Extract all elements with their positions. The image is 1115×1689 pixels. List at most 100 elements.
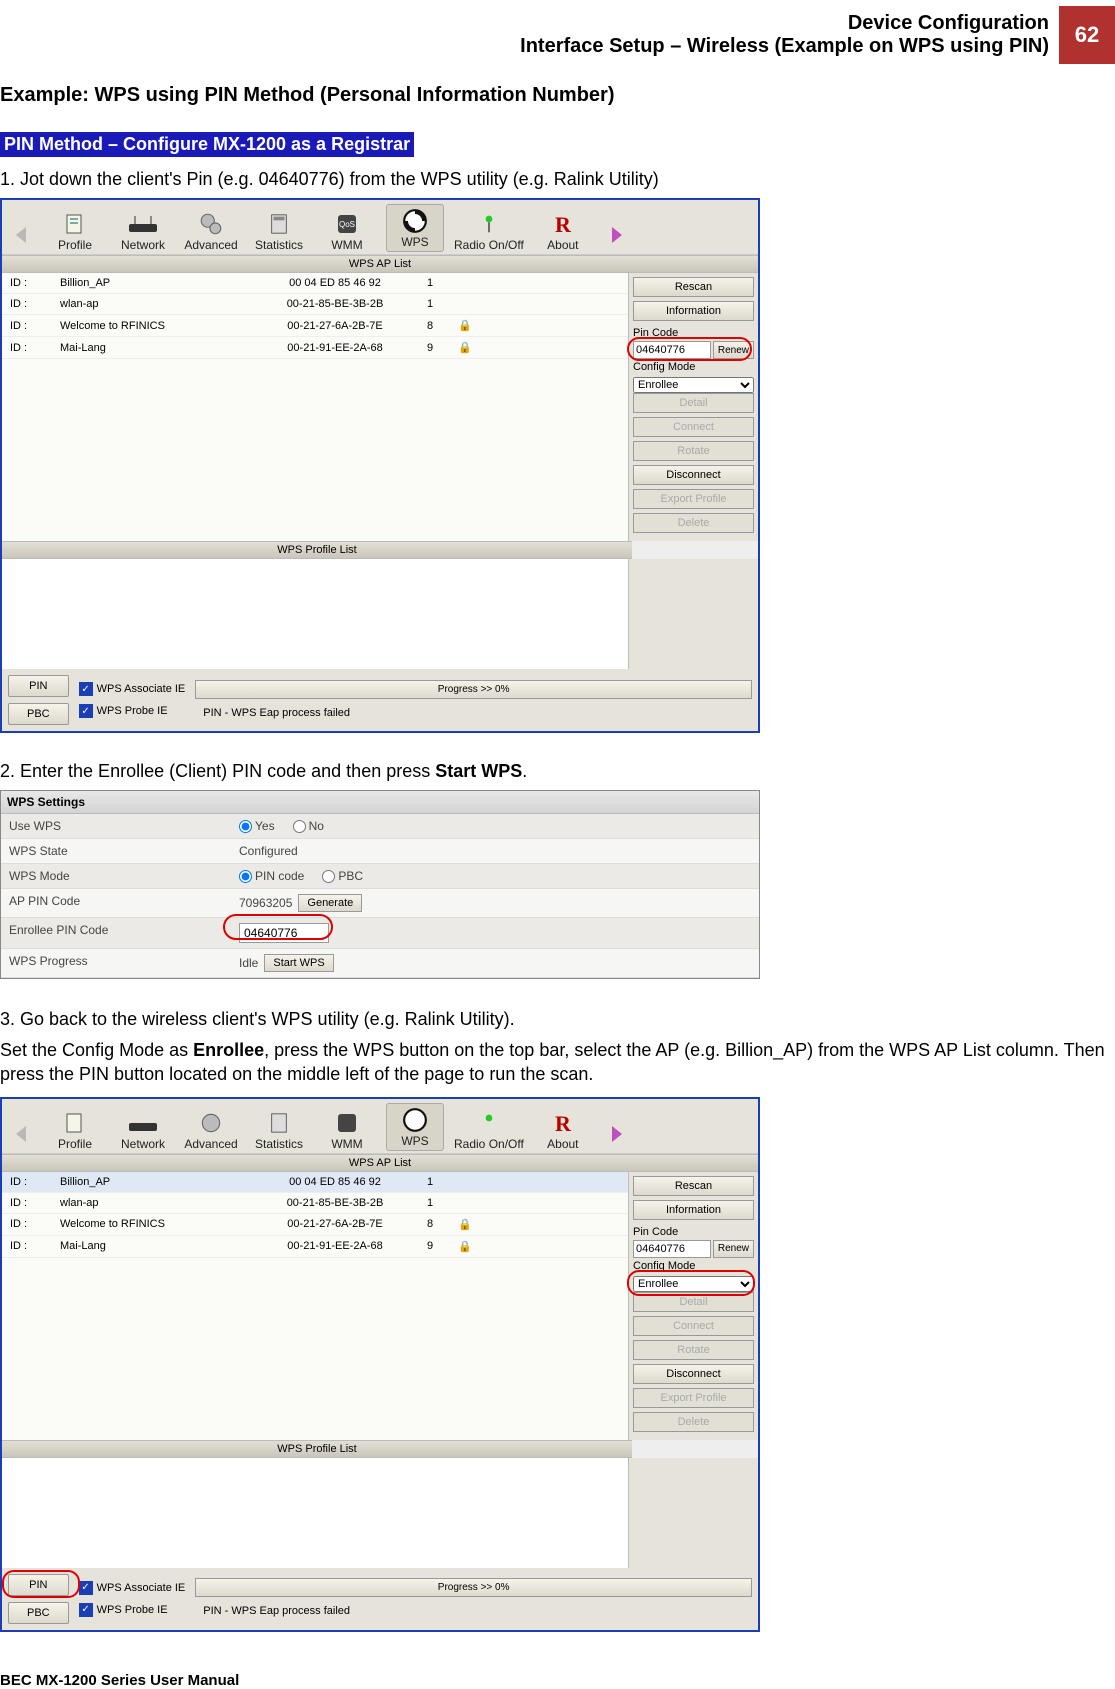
toolbar-wmm[interactable]: WMM — [318, 1109, 376, 1151]
side-panel: Rescan Information Pin Code 04640776 Ren… — [628, 273, 758, 541]
pin-code-label: Pin Code — [633, 325, 754, 341]
checkbox-icon: ✓ — [79, 682, 93, 696]
pbc-button[interactable]: PBC — [8, 1602, 69, 1624]
use-wps-no[interactable]: No — [293, 819, 324, 833]
forward-arrow-icon[interactable] — [602, 218, 630, 252]
probe-ie-checkbox[interactable]: ✓WPS Probe IE — [79, 704, 186, 718]
wps-mode-pbc[interactable]: PBC — [322, 869, 363, 883]
pin-button[interactable]: PIN — [8, 1574, 69, 1596]
generate-button[interactable]: Generate — [298, 894, 362, 912]
config-mode-label: Config Mode — [633, 359, 754, 375]
pbc-button[interactable]: PBC — [8, 703, 69, 725]
toolbar-radio[interactable]: Radio On/Off — [454, 210, 524, 252]
ap-row[interactable]: ID :wlan-ap00-21-85-BE-3B-2B1 — [2, 1193, 628, 1214]
assoc-ie-checkbox[interactable]: ✓WPS Associate IE — [79, 682, 186, 696]
toolbar-network[interactable]: Network — [114, 210, 172, 252]
config-mode-select[interactable]: Enrollee — [633, 1276, 754, 1292]
page-header: Device Configuration Interface Setup – W… — [0, 0, 1115, 64]
ap-row[interactable]: ID :Billion_AP00 04 ED 85 46 921 — [2, 273, 628, 294]
ap-row[interactable]: ID :Mai-Lang00-21-91-EE-2A-689🔒 — [2, 337, 628, 359]
radio-icon — [472, 1109, 506, 1137]
page-title: Example: WPS using PIN Method (Personal … — [0, 84, 1115, 107]
toolbar-about[interactable]: RAbout — [534, 1109, 592, 1151]
export-button: Export Profile — [633, 1388, 754, 1408]
back-arrow-icon[interactable] — [8, 1117, 36, 1151]
wps-icon — [398, 207, 432, 235]
start-wps-button[interactable]: Start WPS — [264, 954, 333, 972]
pin-code-label: Pin Code — [633, 1224, 754, 1240]
use-wps-yes[interactable]: Yes — [239, 819, 275, 833]
renew-button[interactable]: Renew — [713, 341, 754, 359]
rotate-button: Rotate — [633, 1340, 754, 1360]
rescan-button[interactable]: Rescan — [633, 1176, 754, 1196]
toolbar-statistics[interactable]: Statistics — [250, 1109, 308, 1151]
step-1: 1. Jot down the client's Pin (e.g. 04640… — [0, 169, 1115, 190]
ap-list-header: WPS AP List — [2, 1154, 758, 1172]
gear-icon — [194, 1109, 228, 1137]
disconnect-button[interactable]: Disconnect — [633, 1364, 754, 1384]
ralink-panel-2: Profile Network Advanced Statistics WMM … — [0, 1097, 760, 1632]
toolbar: Profile Network Advanced Statistics QoSW… — [2, 200, 758, 255]
wps-progress-value: Idle — [239, 956, 258, 970]
checkbox-icon: ✓ — [79, 1603, 93, 1617]
progress-bar: Progress >> 0% — [195, 680, 752, 699]
rescan-button[interactable]: Rescan — [633, 277, 754, 297]
ap-list-header: WPS AP List — [2, 255, 758, 273]
ap-row[interactable]: ID :Mai-Lang00-21-91-EE-2A-689🔒 — [2, 1236, 628, 1258]
ralink-panel-1: Profile Network Advanced Statistics QoSW… — [0, 198, 760, 733]
network-icon — [126, 1109, 160, 1137]
ap-list: ID :Billion_AP00 04 ED 85 46 921 ID :wla… — [2, 273, 628, 541]
wps-icon — [398, 1106, 432, 1134]
wps-mode-pin[interactable]: PIN code — [239, 869, 304, 883]
pin-code-field[interactable]: 04640776 — [633, 1240, 711, 1258]
toolbar-wps[interactable]: WPS — [386, 204, 444, 252]
step-2: 2. Enter the Enrollee (Client) PIN code … — [0, 761, 1115, 782]
footer: BEC MX-1200 Series User Manual — [0, 1672, 1115, 1689]
profile-list — [2, 559, 628, 669]
detail-button: Detail — [633, 393, 754, 413]
ap-row[interactable]: ID :Billion_AP00 04 ED 85 46 921 — [2, 1172, 628, 1193]
toolbar-profile[interactable]: Profile — [46, 1109, 104, 1151]
probe-ie-checkbox[interactable]: ✓WPS Probe IE — [79, 1603, 186, 1617]
toolbar-wps[interactable]: WPS — [386, 1103, 444, 1151]
assoc-ie-checkbox[interactable]: ✓WPS Associate IE — [79, 1581, 186, 1595]
toolbar-network[interactable]: Network — [114, 1109, 172, 1151]
header-line2: Interface Setup – Wireless (Example on W… — [520, 35, 1049, 58]
forward-arrow-icon[interactable] — [602, 1117, 630, 1151]
ap-pin-value: 70963205 — [239, 896, 292, 910]
page-number: 62 — [1059, 6, 1115, 64]
checkbox-icon: ✓ — [79, 1581, 93, 1595]
disconnect-button[interactable]: Disconnect — [633, 465, 754, 485]
radio-icon — [472, 210, 506, 238]
svg-text:R: R — [555, 1111, 572, 1135]
renew-button[interactable]: Renew — [713, 1240, 754, 1258]
ap-pin-label: AP PIN Code — [1, 889, 231, 917]
connect-button: Connect — [633, 1316, 754, 1336]
wps-state-label: WPS State — [1, 839, 231, 863]
ap-row[interactable]: ID :Welcome to RFINICS00-21-27-6A-2B-7E8… — [2, 315, 628, 337]
ap-row[interactable]: ID :Welcome to RFINICS00-21-27-6A-2B-7E8… — [2, 1214, 628, 1236]
toolbar-statistics[interactable]: Statistics — [250, 210, 308, 252]
toolbar-about[interactable]: RAbout — [534, 210, 592, 252]
step-3-desc: Set the Config Mode as Enrollee, press t… — [0, 1038, 1115, 1087]
wps-mode-label: WPS Mode — [1, 864, 231, 888]
config-mode-select[interactable]: Enrollee — [633, 377, 754, 393]
toolbar-advanced[interactable]: Advanced — [182, 210, 240, 252]
toolbar-profile[interactable]: Profile — [46, 210, 104, 252]
pin-code-field[interactable]: 04640776 — [633, 341, 711, 359]
toolbar-wmm[interactable]: QoSWMM — [318, 210, 376, 252]
toolbar-radio[interactable]: Radio On/Off — [454, 1109, 524, 1151]
ap-row[interactable]: ID :wlan-ap00-21-85-BE-3B-2B1 — [2, 294, 628, 315]
wps-progress-label: WPS Progress — [1, 949, 231, 977]
back-arrow-icon[interactable] — [8, 218, 36, 252]
wps-settings-panel: WPS Settings Use WPS Yes No WPS StateCon… — [0, 790, 760, 979]
bottom-row: PIN PBC ✓WPS Associate IE ✓WPS Probe IE … — [2, 669, 758, 731]
toolbar-advanced[interactable]: Advanced — [182, 1109, 240, 1151]
ap-list: ID :Billion_AP00 04 ED 85 46 921 ID :wla… — [2, 1172, 628, 1440]
about-icon: R — [546, 1109, 580, 1137]
lock-icon: 🔒 — [450, 341, 480, 354]
information-button[interactable]: Information — [633, 301, 754, 321]
information-button[interactable]: Information — [633, 1200, 754, 1220]
pin-button[interactable]: PIN — [8, 675, 69, 697]
enrollee-pin-input[interactable] — [239, 923, 329, 943]
